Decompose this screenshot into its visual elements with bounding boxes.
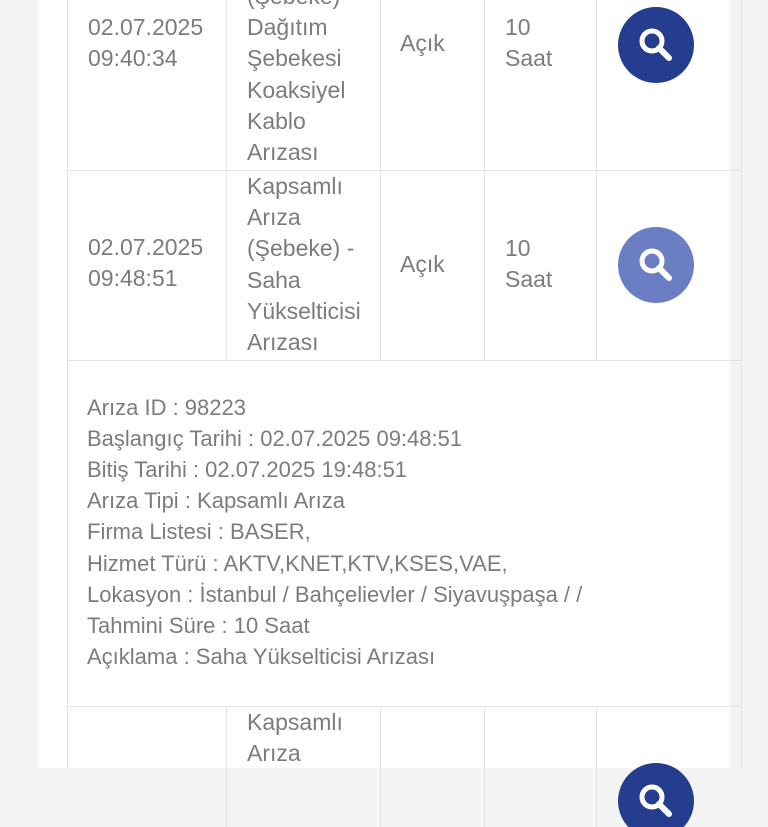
detail-description: Açıklama : Saha Yükselticisi Arızası: [87, 644, 436, 669]
detail-company-list: Firma Listesi : BASER,: [87, 519, 311, 544]
fault-detail-panel: Arıza ID : 98223 Başlangıç Tarihi : 02.0…: [68, 361, 741, 707]
detail-search-button[interactable]: [618, 227, 694, 303]
action-cell: [597, 0, 741, 170]
type-line: Kapsamlı: [247, 709, 343, 735]
detail-fault-type: Arıza Tipi : Kapsamlı Arıza: [87, 488, 345, 513]
time-text: 09:40:34: [88, 45, 178, 71]
status-cell: Açık: [381, 171, 485, 360]
fault-table: 02.07.2025 09:40:34 (Şebeke) - Dağıtım Ş…: [67, 0, 742, 827]
status-text: Açık: [400, 30, 445, 56]
duration-cell: [485, 707, 597, 827]
status-cell: [381, 707, 485, 827]
status-cell: Açık: [381, 0, 485, 170]
duration-unit: Saat: [505, 45, 553, 71]
date-cell: [68, 707, 227, 827]
action-cell: [597, 707, 741, 827]
detail-fault-id: Arıza ID : 98223: [87, 395, 246, 420]
date-text: 02.07.2025: [88, 234, 204, 260]
duration-cell: 10 Saat: [485, 171, 597, 360]
type-line: (Şebeke) -: [247, 0, 354, 12]
type-cell: Kapsamlı Arıza (Şebeke) - Saha Yükseltic…: [227, 171, 381, 360]
type-line: Şebekesi: [247, 45, 342, 71]
date-cell: 02.07.2025 09:40:34: [68, 0, 227, 170]
date-cell: 02.07.2025 09:48:51: [68, 171, 227, 360]
detail-start-date: Başlangıç Tarihi : 02.07.2025 09:48:51: [87, 426, 463, 451]
duration-value: 10: [505, 14, 531, 40]
duration-unit: Saat: [505, 266, 553, 292]
search-icon: [639, 784, 672, 817]
duration-cell: 10 Saat: [485, 0, 597, 170]
detail-estimated-duration: Tahmini Süre : 10 Saat: [87, 613, 310, 638]
search-icon: [639, 28, 672, 61]
table-row: Kapsamlı Arıza: [68, 707, 741, 827]
type-line: Arızası: [247, 139, 319, 165]
type-line: (Şebeke) -: [247, 235, 355, 261]
time-text: 09:48:51: [88, 265, 178, 291]
type-line: Koaksiyel: [247, 77, 346, 103]
type-line: Arıza: [247, 740, 301, 766]
type-line: Saha: [247, 267, 301, 293]
page-background: 02.07.2025 09:40:34 (Şebeke) - Dağıtım Ş…: [38, 0, 742, 827]
type-line: Kapsamlı: [247, 173, 343, 199]
type-line: Yükselticisi: [247, 298, 361, 324]
table-row: 02.07.2025 09:48:51 Kapsamlı Arıza (Şebe…: [68, 171, 741, 361]
detail-end-date: Bitiş Tarihi : 02.07.2025 19:48:51: [87, 457, 408, 482]
detail-search-button[interactable]: [618, 763, 694, 827]
type-cell: (Şebeke) - Dağıtım Şebekesi Koaksiyel Ka…: [227, 0, 381, 170]
type-line: Dağıtım: [247, 14, 328, 40]
detail-service-type: Hizmet Türü : AKTV,KNET,KTV,KSES,VAE,: [87, 551, 508, 576]
table-row: 02.07.2025 09:40:34 (Şebeke) - Dağıtım Ş…: [68, 0, 741, 171]
detail-location: Lokasyon : İstanbul / Bahçelievler / Siy…: [87, 582, 583, 607]
duration-value: 10: [505, 235, 531, 261]
status-text: Açık: [400, 251, 445, 277]
detail-search-button[interactable]: [618, 7, 694, 83]
type-cell: Kapsamlı Arıza: [227, 707, 381, 827]
type-line: Kablo: [247, 108, 306, 134]
type-line: Arızası: [247, 329, 319, 355]
date-text: 02.07.2025: [88, 14, 204, 40]
search-icon: [639, 248, 672, 281]
action-cell: [597, 171, 741, 360]
type-line: Arıza: [247, 204, 301, 230]
